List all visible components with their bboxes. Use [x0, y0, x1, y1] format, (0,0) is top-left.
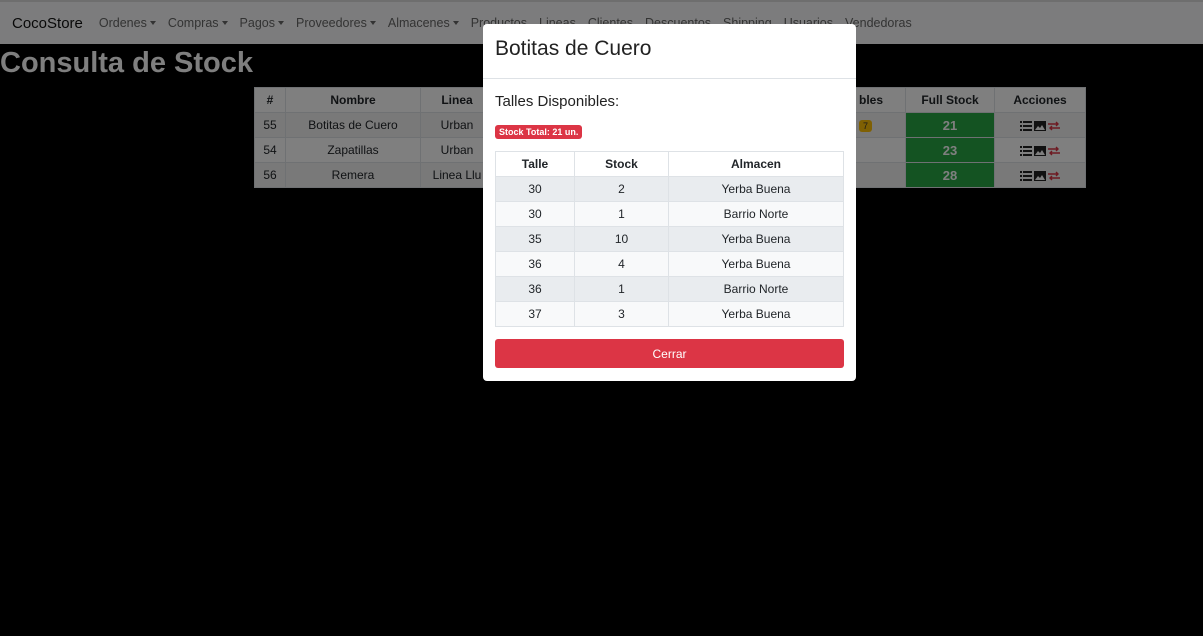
modal-header: Botitas de Cuero — [483, 24, 856, 79]
modal-title: Botitas de Cuero — [495, 37, 652, 60]
cell-stock: 10 — [574, 226, 669, 252]
cell-stock: 1 — [574, 201, 669, 227]
modal-subtitle: Talles Disponibles: — [495, 93, 620, 110]
cell-talle: 30 — [495, 176, 575, 202]
cell-almacen: Yerba Buena — [668, 301, 844, 327]
cell-talle: 37 — [495, 301, 575, 327]
table-row: 36 4 Yerba Buena — [495, 251, 844, 277]
cell-almacen: Barrio Norte — [668, 276, 844, 302]
cell-talle: 36 — [495, 251, 575, 277]
close-button[interactable]: Cerrar — [495, 339, 844, 368]
cell-stock: 4 — [574, 251, 669, 277]
cell-almacen: Yerba Buena — [668, 176, 844, 202]
cell-talle: 35 — [495, 226, 575, 252]
modal-body: Talles Disponibles: Stock Total: 21 un. … — [483, 79, 856, 368]
table-row: 35 10 Yerba Buena — [495, 226, 844, 252]
cell-stock: 3 — [574, 301, 669, 327]
col-stock: Stock — [574, 151, 669, 177]
cell-stock: 1 — [574, 276, 669, 302]
col-almacen: Almacen — [668, 151, 844, 177]
table-row: 36 1 Barrio Norte — [495, 276, 844, 302]
stock-modal: Botitas de Cuero Talles Disponibles: Sto… — [483, 24, 856, 381]
table-row: 30 2 Yerba Buena — [495, 176, 844, 202]
table-row: 37 3 Yerba Buena — [495, 301, 844, 327]
cell-almacen: Yerba Buena — [668, 226, 844, 252]
cell-stock: 2 — [574, 176, 669, 202]
stock-total-badge: Stock Total: 21 un. — [495, 125, 583, 139]
cell-talle: 30 — [495, 201, 575, 227]
cell-almacen: Yerba Buena — [668, 251, 844, 277]
col-talle: Talle — [495, 151, 575, 177]
cell-almacen: Barrio Norte — [668, 201, 844, 227]
sizes-table: Talle Stock Almacen 30 2 Yerba Buena 30 1 Bar… — [495, 151, 844, 327]
cell-talle: 36 — [495, 276, 575, 302]
table-row: 30 1 Barrio Norte — [495, 201, 844, 227]
sizes-table-header: Talle Stock Almacen — [495, 151, 844, 177]
